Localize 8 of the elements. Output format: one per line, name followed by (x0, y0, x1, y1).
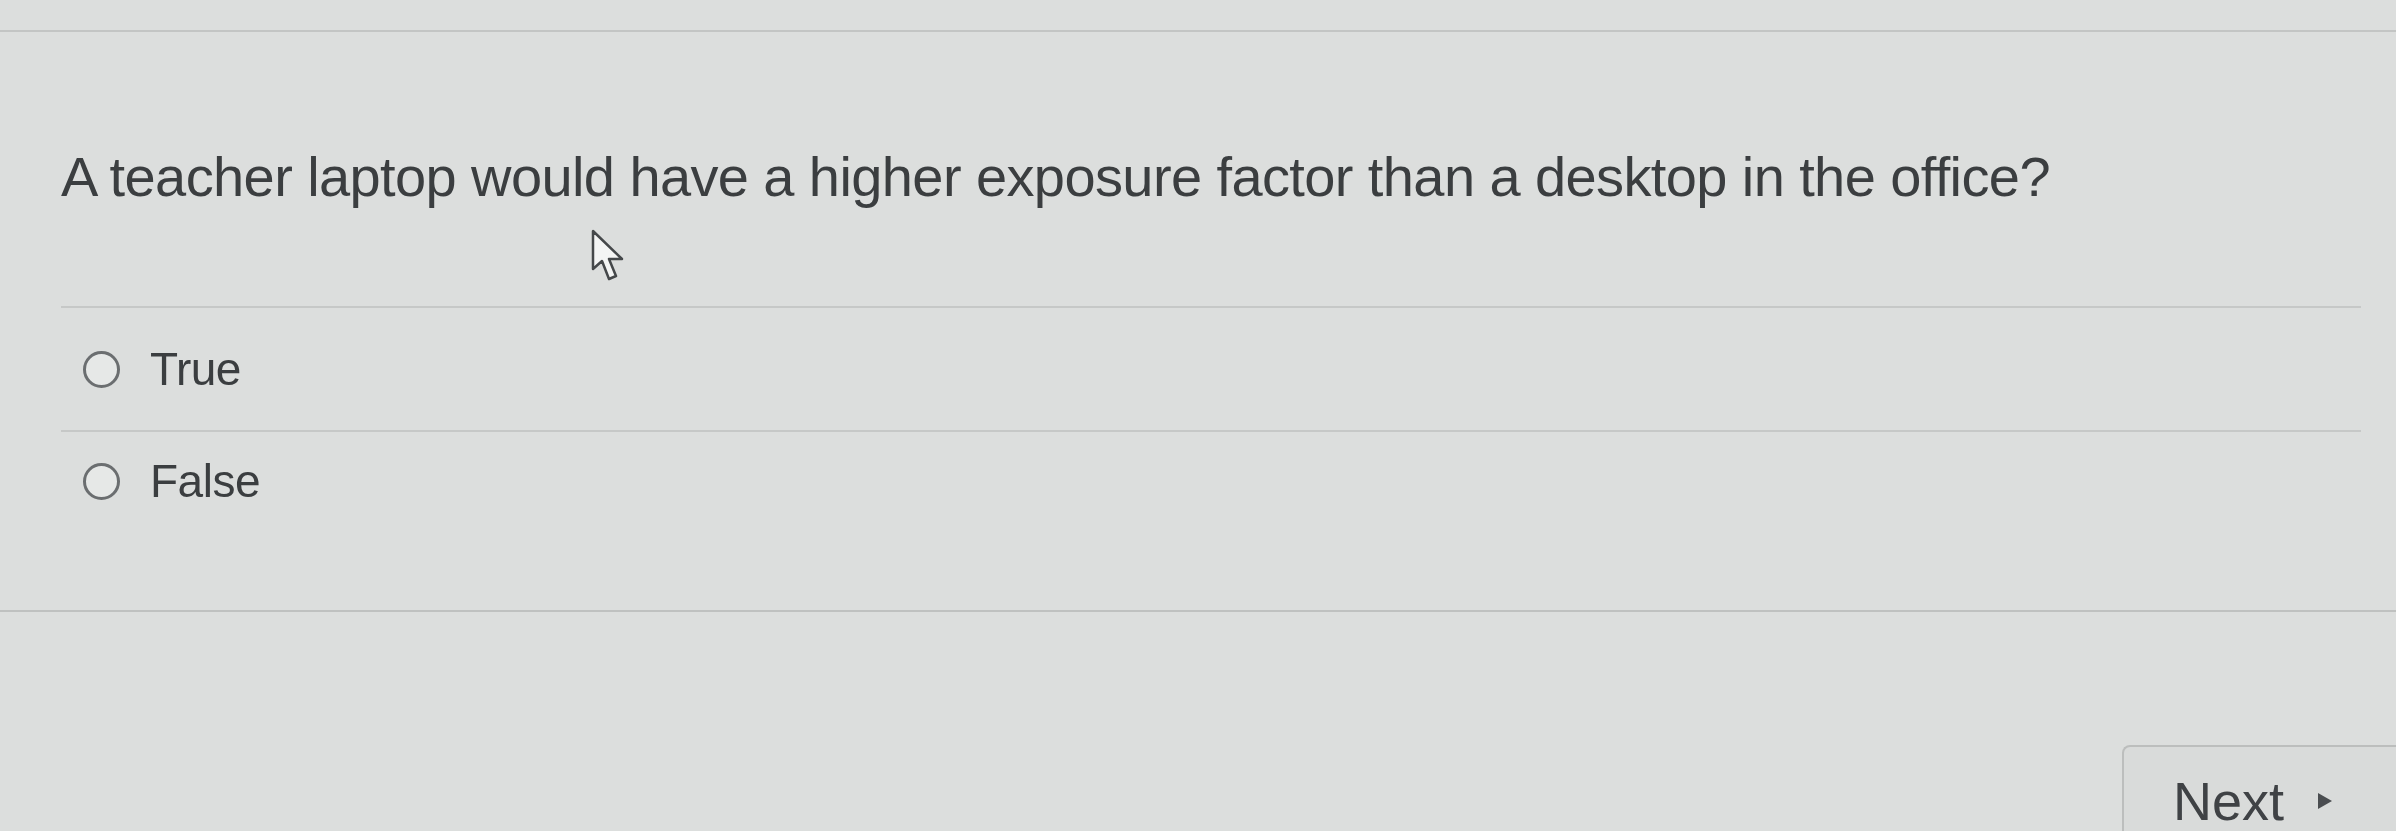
next-button[interactable]: Next (2122, 745, 2396, 831)
mouse-pointer-icon (591, 229, 625, 283)
answer-option[interactable]: True (61, 342, 241, 396)
radio-button[interactable] (83, 350, 120, 388)
question-text: A teacher laptop would have a higher exposure factor than a desktop in the office? (61, 144, 2050, 210)
answer-option[interactable]: False (61, 454, 260, 508)
radio-button[interactable] (83, 462, 120, 500)
caret-icon (2318, 793, 2333, 809)
